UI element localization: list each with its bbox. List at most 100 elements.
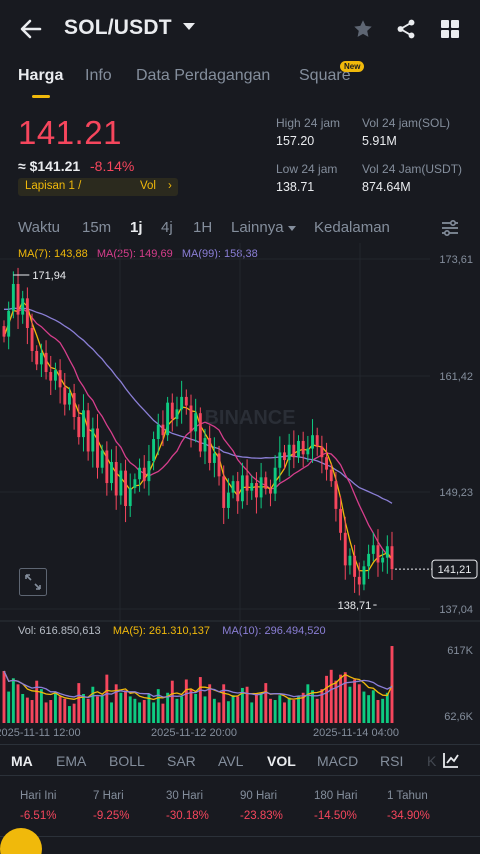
volume-bar xyxy=(315,698,319,723)
candle-body xyxy=(259,477,263,498)
vol-ma5-value: MA(5): 261.310,137 xyxy=(112,625,211,637)
volume-bar xyxy=(353,679,357,723)
volume-bar xyxy=(142,700,146,723)
time-axis-label: 2025-11-11 12:00 xyxy=(0,727,81,739)
volume-bar xyxy=(152,702,156,723)
candle-body xyxy=(226,492,230,508)
interval-4j[interactable]: 4j xyxy=(161,219,173,236)
candle-body xyxy=(315,435,319,447)
indicator-avl[interactable]: AVL xyxy=(218,753,243,769)
candle-body xyxy=(152,439,156,462)
interval-bar: Waktu 15m 1j 4j 1H Lainnya Kedalaman xyxy=(0,214,480,242)
floating-action-button[interactable] xyxy=(0,828,42,854)
candle-body xyxy=(53,370,57,381)
volume-bar xyxy=(189,689,193,723)
volume-bar xyxy=(254,693,258,723)
interval-15m[interactable]: 15m xyxy=(82,219,111,236)
vol-usdt-label: Vol 24 Jam(USDT) xyxy=(362,162,463,176)
candle-body xyxy=(72,393,76,418)
candle-body xyxy=(77,417,81,438)
perf-value-30d: -30.18% xyxy=(166,810,209,822)
candle-body xyxy=(362,566,366,585)
layer-tag[interactable]: Lapisan 1 / Vol › xyxy=(18,178,178,196)
interval-1h[interactable]: 1H xyxy=(193,219,212,236)
volume-bar xyxy=(175,698,179,723)
candlestick-chart[interactable]: BINANCE 173,61 161,42 149,23 137,04 617K 62,6… xyxy=(0,243,480,743)
indicator-vol[interactable]: VOL xyxy=(267,753,296,769)
indicator-ema[interactable]: EMA xyxy=(56,753,86,769)
tab-data-perdagangan[interactable]: Data Perdagangan xyxy=(136,67,270,85)
interval-kedalaman[interactable]: Kedalaman xyxy=(314,219,390,236)
volume-bar xyxy=(212,698,216,723)
volume-bar xyxy=(82,693,85,723)
perf-label-90d: 90 Hari xyxy=(240,790,278,802)
candle-body xyxy=(49,372,53,381)
volume-bar xyxy=(77,683,81,723)
volume-bar xyxy=(39,689,43,723)
candle-body xyxy=(30,328,34,351)
indicator-sar[interactable]: SAR xyxy=(167,753,196,769)
grid-menu-icon[interactable] xyxy=(440,19,460,39)
candle-body xyxy=(25,298,29,329)
indicator-kdj[interactable]: K xyxy=(427,753,436,769)
active-tab-indicator xyxy=(32,95,50,98)
volume-bar xyxy=(58,696,62,723)
volume-bar xyxy=(110,702,113,723)
layer-label: Lapisan 1 / xyxy=(25,180,82,192)
volume-bar xyxy=(306,684,310,723)
indicator-macd[interactable]: MACD xyxy=(317,753,358,769)
chevron-down-icon[interactable] xyxy=(183,23,195,30)
candle-body xyxy=(339,508,343,533)
perf-value-180d: -14.50% xyxy=(314,810,357,822)
candle-body xyxy=(16,283,20,315)
pair-title[interactable]: SOL/USDT xyxy=(64,16,172,40)
tab-harga[interactable]: Harga xyxy=(18,67,63,85)
volume-bar xyxy=(203,696,207,723)
candle-body xyxy=(390,546,394,570)
candle-body xyxy=(208,438,212,463)
interval-lainnya[interactable]: Lainnya xyxy=(231,219,284,236)
chevron-right-icon: › xyxy=(168,180,172,192)
candle-body xyxy=(2,326,6,337)
candle-body xyxy=(301,440,305,455)
volume-bar xyxy=(72,703,76,723)
candle-body xyxy=(166,402,170,436)
indicator-bar: MA EMA BOLL SAR AVL VOL MACD RSI K xyxy=(0,744,480,776)
candle-body xyxy=(311,435,314,449)
volume-bar xyxy=(325,675,329,723)
interval-1j[interactable]: 1j xyxy=(130,219,143,236)
candle-body xyxy=(297,440,300,458)
candle-body xyxy=(161,424,165,436)
candle-body xyxy=(325,457,329,470)
divider xyxy=(0,836,480,837)
star-icon[interactable] xyxy=(352,18,374,40)
chart-settings-icon[interactable] xyxy=(440,219,460,237)
interval-waktu[interactable]: Waktu xyxy=(18,219,60,236)
candle-body xyxy=(133,479,137,488)
candle-body xyxy=(306,448,310,455)
volume-bar xyxy=(53,691,57,723)
indicator-rsi[interactable]: RSI xyxy=(380,753,403,769)
indicator-ma[interactable]: MA xyxy=(11,753,33,769)
watermark: BINANCE xyxy=(204,407,295,429)
indicator-settings-icon[interactable] xyxy=(442,751,460,769)
candle-body xyxy=(348,555,352,566)
expand-icon[interactable] xyxy=(19,568,47,596)
volume-bar xyxy=(63,698,67,723)
candle-body xyxy=(278,452,282,468)
back-arrow-icon[interactable] xyxy=(18,16,44,42)
candle-body xyxy=(91,428,95,452)
indicator-boll[interactable]: BOLL xyxy=(109,753,145,769)
volume-bar xyxy=(339,674,343,723)
candle-body xyxy=(39,352,43,365)
volume-bar xyxy=(21,693,25,723)
high-24h-label: High 24 jam xyxy=(276,116,341,130)
tab-info[interactable]: Info xyxy=(85,67,112,85)
candle-body xyxy=(110,461,113,484)
candle-body xyxy=(385,546,389,558)
share-icon[interactable] xyxy=(395,18,417,40)
time-axis-label: 2025-11-12 20:00 xyxy=(151,727,237,739)
candle-body xyxy=(184,396,188,406)
candle-body xyxy=(86,410,90,452)
candle-body xyxy=(194,413,198,432)
